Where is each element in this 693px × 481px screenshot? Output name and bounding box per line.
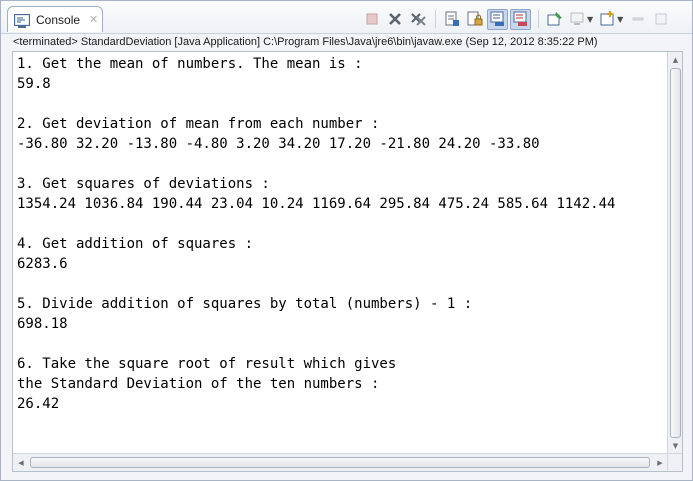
toolbar-separator	[538, 10, 539, 28]
console-toolbar: ▼ ▼	[361, 8, 673, 30]
clear-console-icon[interactable]	[441, 9, 462, 30]
console-line: -36.80 32.20 -13.80 -4.80 3.20 34.20 17.…	[17, 136, 540, 152]
scroll-up-icon[interactable]: ▲	[669, 53, 682, 67]
remove-launch-icon[interactable]	[384, 9, 405, 30]
console-line: 59.8	[17, 76, 51, 92]
scroll-lock-icon[interactable]	[464, 9, 485, 30]
show-on-stdout-icon[interactable]	[487, 8, 508, 30]
chevron-down-icon[interactable]: ▼	[617, 15, 623, 24]
console-line: 3. Get squares of deviations :	[17, 176, 270, 192]
scroll-right-icon[interactable]: ▶	[653, 456, 667, 469]
terminate-icon[interactable]	[361, 9, 382, 30]
console-line: 4. Get addition of squares :	[17, 236, 254, 252]
console-line: 1354.24 1036.84 190.44 23.04 10.24 1169.…	[17, 196, 616, 212]
maximize-icon[interactable]	[650, 9, 671, 30]
scrollbar-corner	[667, 453, 682, 471]
console-line: 6283.6	[17, 256, 68, 272]
view-toolbar: Console ✕ ▼ ▼	[1, 1, 692, 34]
console-line: 26.42	[17, 396, 60, 412]
close-icon[interactable]: ✕	[89, 13, 98, 26]
console-line: 6. Take the square root of result which …	[17, 356, 397, 372]
console-line: 698.18	[17, 316, 68, 332]
scroll-left-icon[interactable]: ◀	[14, 456, 28, 469]
horizontal-scroll-thumb[interactable]	[30, 457, 650, 468]
console-line: 2. Get deviation of mean from each numbe…	[17, 116, 380, 132]
open-console-icon[interactable]	[597, 9, 618, 30]
launch-status-label: <terminated> StandardDeviation [Java App…	[13, 36, 598, 48]
console-line: 1. Get the mean of numbers. The mean is …	[17, 56, 363, 72]
pin-console-icon[interactable]	[544, 9, 565, 30]
tab-label: Console	[36, 12, 81, 27]
vertical-scrollbar[interactable]: ▲ ▼	[667, 52, 682, 454]
scroll-down-icon[interactable]: ▼	[669, 439, 682, 453]
show-on-stderr-icon[interactable]	[510, 8, 531, 30]
remove-all-terminated-icon[interactable]	[407, 9, 428, 30]
vertical-scroll-thumb[interactable]	[670, 68, 681, 438]
horizontal-scrollbar[interactable]: ◀ ▶	[13, 453, 668, 471]
console-line: 5. Divide addition of squares by total (…	[17, 296, 473, 312]
console-line: the Standard Deviation of the ten number…	[17, 376, 380, 392]
minimize-icon[interactable]	[627, 9, 648, 30]
tab-console[interactable]: Console ✕	[7, 6, 103, 32]
chevron-down-icon[interactable]: ▼	[587, 15, 593, 24]
console-icon	[14, 13, 30, 28]
display-selected-console-icon[interactable]	[567, 9, 588, 30]
toolbar-separator	[435, 10, 436, 28]
console-output[interactable]: 1. Get the mean of numbers. The mean is …	[12, 51, 683, 472]
console-view: Console ✕ ▼ ▼ <terminated> StandardDevia…	[0, 0, 693, 481]
console-text: 1. Get the mean of numbers. The mean is …	[17, 54, 665, 449]
